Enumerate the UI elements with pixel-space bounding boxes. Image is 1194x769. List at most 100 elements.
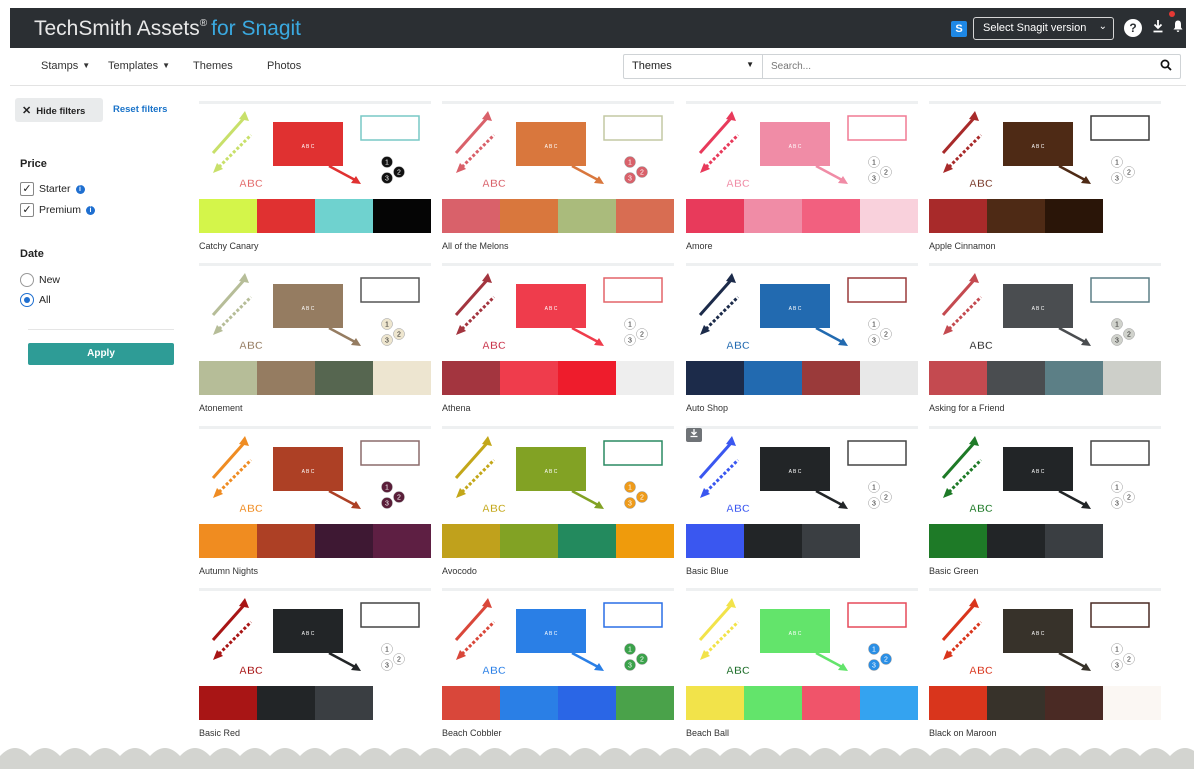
nav-photos[interactable]: Photos <box>267 60 301 72</box>
theme-preview-area[interactable]: A B C 1 2 3 ABC <box>199 105 431 199</box>
theme-name[interactable]: Basic Red <box>199 728 240 738</box>
info-icon[interactable]: i <box>75 184 85 194</box>
apply-button[interactable]: Apply <box>28 343 174 365</box>
date-option-new[interactable]: New <box>20 273 60 289</box>
nav-stamps[interactable]: Stamps ▼ <box>41 60 90 72</box>
theme-card[interactable]: A B C 1 2 3 ABC Autumn Nights <box>199 426 431 586</box>
starter-checkbox[interactable]: ✓ <box>20 182 34 196</box>
theme-name[interactable]: Auto Shop <box>686 403 728 413</box>
card-top-border <box>929 263 1161 266</box>
theme-preview-area[interactable]: A B C 1 2 3 ABC <box>442 105 674 199</box>
help-icon[interactable]: ? <box>1124 19 1142 37</box>
color-swatch <box>257 361 315 395</box>
theme-name[interactable]: Atonement <box>199 403 243 413</box>
theme-name[interactable]: Black on Maroon <box>929 728 997 738</box>
theme-preview-area[interactable]: A B C 1 2 3 ABC <box>442 430 674 524</box>
svg-text:2: 2 <box>640 332 644 339</box>
color-swatch <box>929 361 987 395</box>
hide-filters-label: Hide filters <box>36 106 86 117</box>
theme-preview-area[interactable]: A B C 1 2 3 ABC <box>199 430 431 524</box>
theme-preview: A B C 1 2 3 ABC <box>454 598 663 677</box>
svg-text:ABC: ABC <box>726 503 750 515</box>
color-swatch <box>257 686 315 720</box>
theme-preview-area[interactable]: A B C 1 2 3 ABC <box>686 592 918 686</box>
theme-card[interactable]: A B C 1 2 3 ABC Basic Blue <box>686 426 918 586</box>
theme-card[interactable]: A B C 1 2 3 ABC Catchy Canary <box>199 101 431 261</box>
color-swatch <box>744 199 802 233</box>
theme-name[interactable]: Basic Blue <box>686 566 729 576</box>
theme-card[interactable]: A B C 1 2 3 ABC Amore <box>686 101 918 261</box>
svg-text:1: 1 <box>628 647 632 654</box>
theme-preview-area[interactable]: A B C 1 2 3 ABC <box>442 267 674 361</box>
color-swatch <box>616 524 674 558</box>
download-icon[interactable] <box>1149 19 1167 37</box>
nav-themes[interactable]: Themes <box>193 60 233 72</box>
theme-card[interactable]: A B C 1 2 3 ABC Auto Shop <box>686 263 918 423</box>
color-swatch <box>802 686 860 720</box>
svg-text:3: 3 <box>385 338 389 345</box>
download-badge-icon[interactable] <box>686 428 702 442</box>
info-icon[interactable]: i <box>86 205 96 215</box>
theme-name[interactable]: Autumn Nights <box>199 566 258 576</box>
card-top-border <box>442 263 674 266</box>
theme-name[interactable]: Basic Green <box>929 566 979 576</box>
theme-card[interactable]: A B C 1 2 3 ABC Asking for a Friend <box>929 263 1161 423</box>
search-category-select[interactable]: Themes ▼ <box>624 55 763 78</box>
svg-text:ABC: ABC <box>726 665 750 677</box>
notification-bell-icon[interactable] <box>1169 19 1187 37</box>
theme-preview-area[interactable]: A B C 1 2 3 ABC <box>929 592 1161 686</box>
theme-preview-area[interactable]: A B C 1 2 3 ABC <box>686 105 918 199</box>
price-option-premium[interactable]: ✓ Premium i <box>20 203 96 219</box>
color-swatches <box>929 686 1161 720</box>
brand-registered-mark: ® <box>199 18 208 29</box>
new-radio[interactable] <box>20 273 34 287</box>
theme-card[interactable]: A B C 1 2 3 ABC Black on Maroon <box>929 588 1161 748</box>
theme-preview-area[interactable]: A B C 1 2 3 ABC <box>442 592 674 686</box>
all-radio[interactable] <box>20 293 34 307</box>
snagit-version-select[interactable]: Select Snagit version ⌄ <box>973 17 1114 40</box>
svg-text:1: 1 <box>628 160 632 167</box>
nav-templates[interactable]: Templates ▼ <box>108 60 170 72</box>
theme-name[interactable]: Asking for a Friend <box>929 403 1005 413</box>
color-swatch <box>744 686 802 720</box>
theme-card[interactable]: A B C 1 2 3 ABC Basic Red <box>199 588 431 748</box>
theme-name[interactable]: Avocodo <box>442 566 477 576</box>
color-swatch <box>616 686 674 720</box>
theme-card[interactable]: A B C 1 2 3 ABC Atonement <box>199 263 431 423</box>
theme-preview-area[interactable]: A B C 1 2 3 ABC <box>199 592 431 686</box>
hide-filters-button[interactable]: ✕ Hide filters <box>15 98 103 122</box>
theme-name[interactable]: Catchy Canary <box>199 241 259 251</box>
theme-name[interactable]: Apple Cinnamon <box>929 241 996 251</box>
svg-text:3: 3 <box>872 176 876 183</box>
theme-preview-area[interactable]: A B C 1 2 3 ABC <box>686 430 918 524</box>
theme-card[interactable]: A B C 1 2 3 ABC Avocodo <box>442 426 674 586</box>
theme-preview-area[interactable]: A B C 1 2 3 ABC <box>199 267 431 361</box>
date-option-all[interactable]: All <box>20 293 51 309</box>
theme-card[interactable]: A B C 1 2 3 ABC Basic Green <box>929 426 1161 586</box>
theme-preview-area[interactable]: A B C 1 2 3 ABC <box>929 105 1161 199</box>
theme-card[interactable]: A B C 1 2 3 ABC All of the Melons <box>442 101 674 261</box>
theme-name[interactable]: All of the Melons <box>442 241 509 251</box>
theme-name[interactable]: Athena <box>442 403 471 413</box>
premium-checkbox[interactable]: ✓ <box>20 203 34 217</box>
theme-card[interactable]: A B C 1 2 3 ABC Beach Ball <box>686 588 918 748</box>
theme-preview-area[interactable]: A B C 1 2 3 ABC <box>686 267 918 361</box>
theme-card[interactable]: A B C 1 2 3 ABC Apple Cinnamon <box>929 101 1161 261</box>
color-swatch <box>500 199 558 233</box>
search-input[interactable] <box>764 55 1154 78</box>
brand-logo[interactable]: TechSmith Assets® for Snagit <box>34 17 301 41</box>
svg-text:A B C: A B C <box>302 144 315 150</box>
search-icon[interactable] <box>1160 59 1172 74</box>
svg-text:2: 2 <box>884 170 888 177</box>
theme-card[interactable]: A B C 1 2 3 ABC Beach Cobbler <box>442 588 674 748</box>
price-option-starter[interactable]: ✓ Starter i <box>20 182 85 198</box>
reset-filters-link[interactable]: Reset filters <box>113 104 167 115</box>
theme-name[interactable]: Beach Ball <box>686 728 729 738</box>
theme-name[interactable]: Beach Cobbler <box>442 728 502 738</box>
theme-preview-area[interactable]: A B C 1 2 3 ABC <box>929 430 1161 524</box>
theme-card[interactable]: A B C 1 2 3 ABC Athena <box>442 263 674 423</box>
svg-text:2: 2 <box>640 657 644 664</box>
theme-preview-area[interactable]: A B C 1 2 3 ABC <box>929 267 1161 361</box>
theme-name[interactable]: Amore <box>686 241 713 251</box>
svg-text:A B C: A B C <box>545 469 558 475</box>
